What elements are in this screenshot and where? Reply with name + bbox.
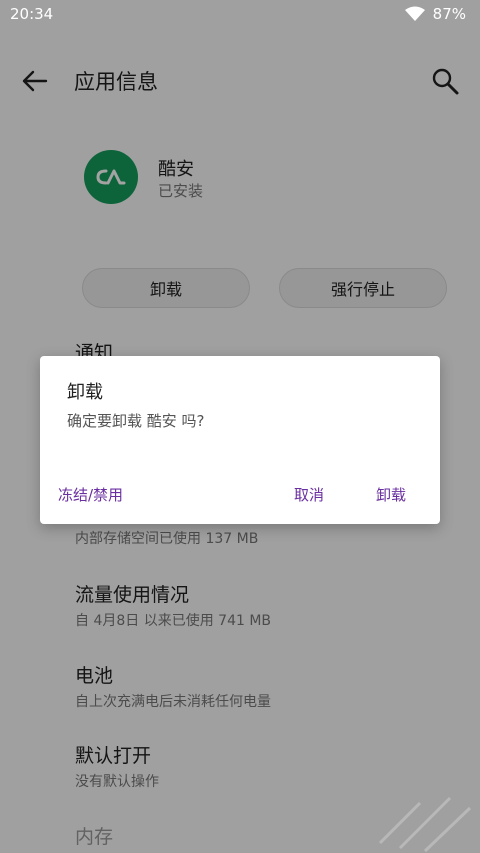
status-time: 20:34 — [10, 5, 54, 23]
dialog-title: 卸载 — [67, 382, 103, 403]
decorative-corner-strokes — [378, 796, 472, 853]
cancel-button[interactable]: 取消 — [294, 484, 324, 505]
dialog-message: 确定要卸载 酷安 吗? — [67, 412, 205, 430]
battery-level: 87% — [432, 5, 466, 23]
uninstall-dialog: 卸载 确定要卸载 酷安 吗? 冻结/禁用 取消 卸载 — [40, 356, 440, 524]
wifi-icon — [404, 6, 425, 21]
status-right: 87% — [404, 5, 466, 23]
freeze-disable-button[interactable]: 冻结/禁用 — [58, 484, 123, 505]
status-bar: 20:34 87% — [0, 0, 480, 28]
confirm-uninstall-button[interactable]: 卸载 — [376, 484, 406, 505]
